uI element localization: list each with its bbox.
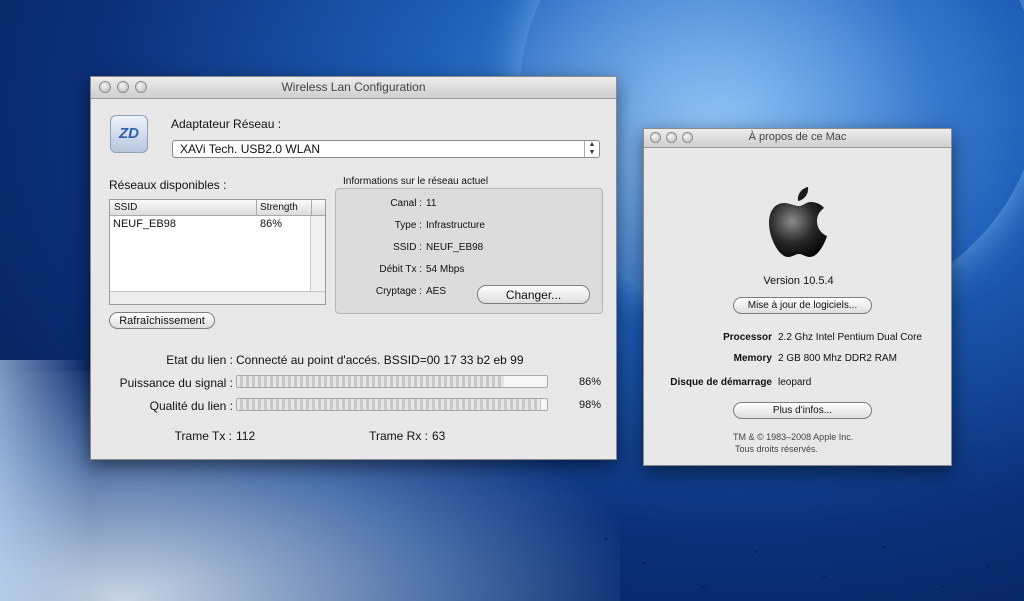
row-strength: 86% bbox=[260, 218, 283, 230]
rx-value: 63 bbox=[432, 429, 446, 443]
bird-icon: ⌄ bbox=[752, 545, 760, 555]
startup-disk-value: leopard bbox=[778, 377, 812, 388]
quality-percent: 98% bbox=[578, 399, 601, 411]
table-header: SSID Strength bbox=[110, 200, 325, 216]
signal-bar bbox=[236, 375, 548, 388]
debit-value: 54 Mbps bbox=[426, 264, 465, 275]
processor-label: Processor bbox=[723, 332, 772, 343]
cryptage-value: AES bbox=[426, 286, 447, 297]
refresh-button[interactable]: Rafraîchissement bbox=[109, 312, 215, 329]
memory-value: 2 GB 800 Mhz DDR2 RAM bbox=[778, 353, 897, 364]
select-arrows-icon: ▲ ▼ bbox=[584, 141, 599, 157]
copyright-line-1: TM & © 1983–2008 Apple Inc. bbox=[733, 432, 854, 442]
bird-icon: ⌄ bbox=[602, 532, 610, 542]
wlan-titlebar[interactable]: Wireless Lan Configuration bbox=[91, 77, 616, 99]
link-state-value: Connecté au point d'accés. BSSID=00 17 3… bbox=[236, 353, 524, 367]
bird-icon: ⌄ bbox=[820, 570, 828, 580]
horizontal-scrollbar[interactable] bbox=[110, 291, 325, 304]
tx-label: Trame Tx : bbox=[174, 429, 232, 443]
networks-label: Réseaux disponibles : bbox=[109, 178, 227, 192]
table-row[interactable]: NEUF_EB98 86% bbox=[110, 217, 311, 232]
column-divider bbox=[256, 200, 257, 215]
quality-bar bbox=[236, 398, 548, 411]
window-title: Wireless Lan Configuration bbox=[281, 80, 426, 94]
link-state-label: Etat du lien : bbox=[166, 353, 233, 367]
bird-icon: ⌄ bbox=[700, 580, 708, 590]
cryptage-label: Cryptage : bbox=[375, 286, 422, 297]
vertical-scrollbar[interactable] bbox=[310, 216, 325, 292]
bird-icon: ⌄ bbox=[985, 560, 993, 570]
zd-app-icon: ZD bbox=[110, 115, 148, 153]
ssid-label: SSID : bbox=[393, 242, 422, 253]
version-text: Version 10.5.4 bbox=[763, 275, 834, 287]
row-ssid: NEUF_EB98 bbox=[113, 218, 176, 230]
bird-icon: ⌄ bbox=[880, 540, 888, 550]
signal-percent: 86% bbox=[578, 376, 601, 388]
column-divider bbox=[311, 200, 312, 215]
type-label: Type : bbox=[394, 220, 422, 231]
quality-label: Qualité du lien : bbox=[149, 399, 233, 413]
quality-bar-fill bbox=[237, 399, 541, 410]
wlan-config-window: Wireless Lan Configuration ZD Adaptateur… bbox=[90, 76, 617, 460]
canal-label: Canal : bbox=[390, 198, 422, 209]
networks-table[interactable]: SSID Strength NEUF_EB98 86% bbox=[109, 199, 326, 305]
window-title: À propos de ce Mac bbox=[748, 131, 847, 143]
tx-value: 112 bbox=[236, 429, 256, 443]
column-header-strength[interactable]: Strength bbox=[260, 202, 298, 213]
about-titlebar[interactable]: À propos de ce Mac bbox=[644, 129, 951, 148]
processor-value: 2.2 Ghz Intel Pentium Dual Core bbox=[778, 332, 922, 343]
signal-label: Puissance du signal : bbox=[119, 376, 233, 390]
current-network-info: Canal : 11 Type : Infrastructure SSID : … bbox=[335, 188, 603, 314]
startup-disk-label: Disque de démarrage bbox=[670, 377, 772, 388]
column-header-ssid[interactable]: SSID bbox=[114, 202, 137, 213]
bird-icon: ⌄ bbox=[940, 580, 948, 590]
change-button[interactable]: Changer... bbox=[477, 285, 590, 304]
signal-bar-fill bbox=[237, 376, 504, 387]
adapter-select[interactable]: XAVi Tech. USB2.0 WLAN ▲ ▼ bbox=[172, 140, 600, 158]
bird-icon: ⌄ bbox=[640, 556, 648, 566]
type-value: Infrastructure bbox=[426, 220, 485, 231]
canal-value: 11 bbox=[426, 198, 437, 209]
rx-label: Trame Rx : bbox=[369, 429, 428, 443]
ssid-value: NEUF_EB98 bbox=[426, 242, 484, 253]
adapter-select-value: XAVi Tech. USB2.0 WLAN bbox=[180, 142, 321, 156]
software-update-button[interactable]: Mise à jour de logiciels... bbox=[733, 297, 872, 314]
debit-label: Débit Tx : bbox=[379, 264, 422, 275]
info-group-title: Informations sur le réseau actuel bbox=[343, 176, 489, 187]
memory-label: Memory bbox=[733, 353, 772, 364]
adapter-label: Adaptateur Réseau : bbox=[171, 117, 282, 131]
more-info-button[interactable]: Plus d'infos... bbox=[733, 402, 872, 419]
copyright-line-2: Tous droits réservés. bbox=[735, 444, 819, 454]
desktop-frosted-trees-left bbox=[0, 360, 90, 601]
about-this-mac-window: À propos de ce Mac Version 10.5.4 Mise à… bbox=[643, 128, 952, 466]
apple-logo-icon bbox=[769, 187, 827, 257]
